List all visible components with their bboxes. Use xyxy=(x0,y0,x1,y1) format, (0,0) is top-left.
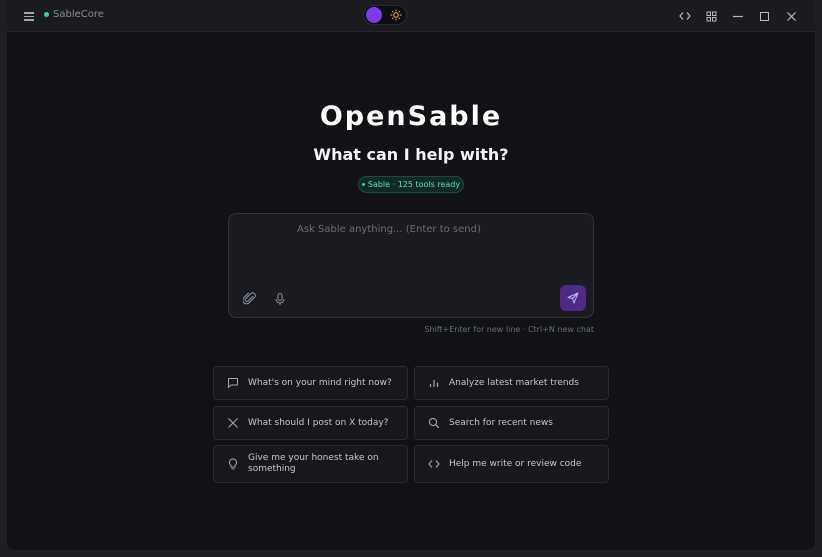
code-view-button[interactable] xyxy=(676,7,694,25)
theme-toggle-knob xyxy=(366,7,382,23)
microphone-icon[interactable] xyxy=(273,292,287,306)
send-button[interactable] xyxy=(560,285,586,311)
status-dot-icon xyxy=(361,183,365,186)
minimize-button[interactable] xyxy=(729,7,747,25)
suggestion-card[interactable]: What should I post on X today? xyxy=(213,406,408,440)
close-button[interactable] xyxy=(782,7,800,25)
app-brand: SableCore xyxy=(44,9,104,20)
suggestion-card[interactable]: Help me write or review code xyxy=(414,445,609,483)
suggestion-label: What should I post on X today? xyxy=(248,417,389,428)
page-title: What can I help with? xyxy=(313,145,509,164)
status-badge: Sable · 125 tools ready xyxy=(358,176,464,193)
search-icon xyxy=(428,417,440,429)
suggestion-card[interactable]: Give me your honest take on something xyxy=(213,445,408,483)
status-text: Sable · 125 tools ready xyxy=(367,180,461,189)
suggestion-card[interactable]: What's on your mind right now? xyxy=(213,366,408,400)
opensable-logo: OpenSable xyxy=(7,100,815,134)
bar-chart-icon xyxy=(429,380,439,387)
suggestion-label: Search for recent news xyxy=(449,417,553,428)
code-icon xyxy=(428,460,440,468)
suggestion-label: What's on your mind right now? xyxy=(248,377,392,388)
suggestion-label: Give me your honest take on something xyxy=(248,453,379,474)
maximize-button[interactable] xyxy=(755,7,773,25)
suggestion-label: Help me write or review code xyxy=(449,458,582,469)
chat-bubble-icon xyxy=(228,378,238,388)
theme-toggle[interactable] xyxy=(363,5,407,25)
maximize-icon xyxy=(759,11,769,21)
suggestion-card[interactable]: Search for recent news xyxy=(414,406,609,440)
titlebar: SableCore xyxy=(7,0,815,32)
suggestion-card[interactable]: Analyze latest market trends xyxy=(414,366,609,400)
app-window: SableCore OpenSable What can I help with… xyxy=(7,0,815,550)
send-icon xyxy=(567,292,579,304)
grid-view-button[interactable] xyxy=(702,7,720,25)
grid-icon xyxy=(706,11,716,21)
keyboard-hint: Shift+Enter for new line · Ctrl+N new ch… xyxy=(424,325,594,334)
chat-input[interactable] xyxy=(229,214,593,284)
suggestion-label: Analyze latest market trends xyxy=(449,377,579,388)
minimize-icon xyxy=(733,15,743,18)
x-logo-icon xyxy=(228,418,238,428)
menu-icon[interactable] xyxy=(23,9,37,23)
sun-icon xyxy=(390,9,402,21)
app-name: SableCore xyxy=(53,9,104,20)
status-dot-icon xyxy=(44,12,49,17)
lightbulb-icon xyxy=(228,458,238,470)
chat-composer xyxy=(228,213,594,318)
svg-text:OpenSable: OpenSable xyxy=(320,101,502,130)
close-icon xyxy=(786,11,796,21)
paperclip-icon[interactable] xyxy=(243,292,257,306)
code-icon xyxy=(679,12,691,20)
